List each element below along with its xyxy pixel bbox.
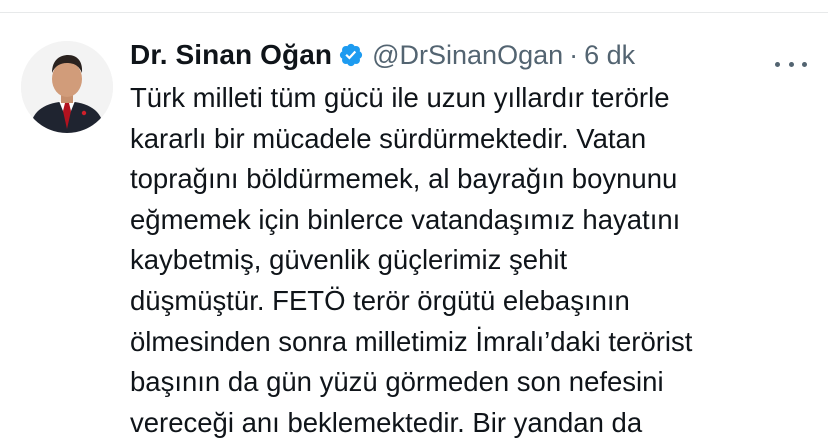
tweet[interactable]: Dr. Sinan Oğan @DrSinanOgan · 6 dk Türk … <box>0 13 828 444</box>
tweet-text-line: Türk milleti tüm gücü ile uzun yıllardır… <box>130 82 670 113</box>
more-dot <box>788 61 794 67</box>
tweet-text-line: ölmesinden sonra milletimiz İmralı’daki … <box>130 325 693 357</box>
tweet-text-line: eğmemek için binlerce vatandaşımız hayat… <box>130 203 681 235</box>
tweet-text-line: düşmüştür. FETÖ terör örgütü elebaşının <box>130 284 630 316</box>
author-display-name[interactable]: Dr. Sinan Oğan <box>130 39 332 71</box>
more-horizontal-icon[interactable] <box>775 54 807 74</box>
more-dot <box>775 61 780 67</box>
tweet-text-line: başının da gün yüzü görmeden son nefesin… <box>130 366 664 398</box>
verified-badge-icon <box>338 42 364 68</box>
tweet-header: Dr. Sinan Oğan @DrSinanOgan · 6 dk <box>130 36 810 74</box>
more-dot <box>802 61 807 67</box>
tweet-text-line: toprağını böldürmemek, al bayrağın boynu… <box>130 163 678 195</box>
avatar-image <box>21 41 113 133</box>
tweet-text-line: kaybetmiş, güvenlik güçlerimiz şehit <box>130 244 568 276</box>
tweet-text: Türk milleti tüm gücü ile uzun yıllardır… <box>130 78 810 443</box>
tweet-text-line: kararlı bir mücadele sürdürmektedir. Vat… <box>130 122 647 154</box>
author-handle[interactable]: @DrSinanOgan <box>372 40 563 71</box>
avatar[interactable] <box>21 41 113 133</box>
tweet-timestamp[interactable]: 6 dk <box>584 40 635 71</box>
tweet-text-line: vereceği anı beklemektedir. Bir yandan d… <box>130 406 643 438</box>
separator-dot: · <box>569 39 579 70</box>
tweet-body: Dr. Sinan Oğan @DrSinanOgan · 6 dk Türk … <box>130 36 810 443</box>
